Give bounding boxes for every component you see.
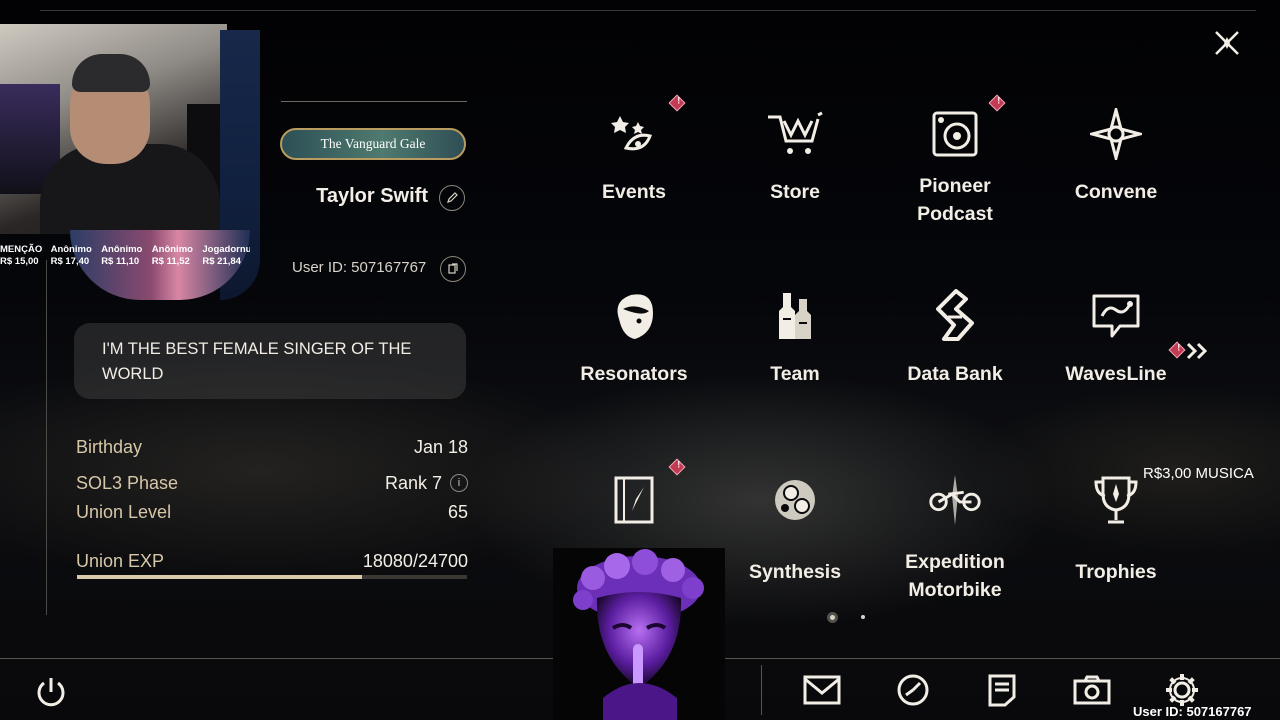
title-badge[interactable]: The Vanguard Gale bbox=[280, 128, 466, 160]
menu-resonators[interactable]: Resonators bbox=[559, 286, 709, 388]
union-exp-label: Union EXP bbox=[76, 550, 165, 571]
store-label: Store bbox=[770, 181, 820, 203]
birthday-label: Birthday bbox=[76, 436, 143, 457]
close-icon bbox=[1215, 31, 1239, 55]
trophies-label: Trophies bbox=[1075, 561, 1157, 583]
clock-button[interactable] bbox=[893, 670, 933, 710]
double-chevron-right-icon bbox=[1186, 342, 1208, 360]
data-bank-icon bbox=[936, 289, 974, 341]
copy-id-button[interactable] bbox=[440, 256, 466, 282]
podcast-label: Pioneer Podcast bbox=[917, 175, 993, 225]
birthday-value: Jan 18 bbox=[413, 436, 468, 457]
mail-icon bbox=[803, 675, 841, 705]
pencil-icon bbox=[447, 192, 458, 203]
next-page-alert-badge bbox=[1168, 341, 1186, 359]
union-level-label: Union Level bbox=[76, 501, 172, 522]
events-label: Events bbox=[602, 181, 666, 203]
menu-events[interactable]: Events bbox=[559, 104, 709, 206]
info-icon[interactable]: i bbox=[450, 474, 468, 492]
gear-icon bbox=[1166, 674, 1198, 706]
data-bank-label: Data Bank bbox=[907, 363, 1003, 385]
menu-pioneer-podcast[interactable]: Pioneer Podcast bbox=[880, 104, 1030, 228]
phase-value: Rank 7 bbox=[384, 472, 442, 493]
notes-button[interactable] bbox=[982, 670, 1022, 710]
copy-icon bbox=[448, 263, 458, 274]
menu-trophies[interactable]: Trophies bbox=[1041, 470, 1191, 586]
signature-text: I'M THE BEST FEMALE SINGER OF THE WORLD bbox=[102, 340, 412, 383]
donor-item: Anônimo R$ 17,40 bbox=[50, 244, 92, 267]
birthday-row: Birthday Jan 18 bbox=[76, 434, 468, 460]
close-button[interactable] bbox=[1206, 22, 1248, 64]
signature-box[interactable]: I'M THE BEST FEMALE SINGER OF THE WORLD bbox=[74, 323, 466, 399]
bottom-divider bbox=[761, 665, 762, 715]
menu-wavesline[interactable]: WavesLine bbox=[1041, 286, 1191, 388]
edit-name-button[interactable] bbox=[439, 185, 465, 211]
donor-item: JogadornumeR$ 21,84 bbox=[202, 244, 250, 267]
wavesline-icon bbox=[1092, 294, 1140, 338]
profile-divider bbox=[281, 101, 467, 102]
webcam-overlay bbox=[0, 24, 227, 234]
phase-label: SOL3 Phase bbox=[76, 472, 179, 493]
menu-expedition-motorbike[interactable]: Expedition Motorbike bbox=[880, 470, 1030, 604]
title-badge-label: The Vanguard Gale bbox=[320, 136, 426, 151]
menu-convene[interactable]: Convene bbox=[1041, 104, 1191, 206]
donor-item: MENÇÃO R$ 15,00 bbox=[0, 244, 43, 267]
camera-button[interactable] bbox=[1072, 670, 1112, 710]
power-icon bbox=[37, 678, 65, 707]
convene-label: Convene bbox=[1074, 181, 1158, 203]
page-dot-active[interactable] bbox=[830, 615, 835, 620]
motorbike-label: Expedition Motorbike bbox=[905, 551, 1005, 601]
resonators-label: Resonators bbox=[580, 363, 688, 385]
union-level-value: 65 bbox=[447, 501, 468, 522]
donor-item: Anônimo R$ 11,52 bbox=[151, 244, 193, 267]
top-frame-line bbox=[40, 10, 1256, 11]
union-exp-bar bbox=[77, 575, 467, 579]
phase-value-group: Rank 7 i bbox=[385, 473, 468, 494]
trophy-icon bbox=[1094, 476, 1138, 524]
team-label: Team bbox=[770, 363, 820, 385]
page-dot[interactable] bbox=[861, 615, 865, 619]
donor-strip: MENÇÃO R$ 15,00 Anônimo R$ 17,40 Anônimo R$… bbox=[0, 234, 250, 270]
motorbike-icon bbox=[929, 474, 981, 526]
wavesline-label: WavesLine bbox=[1065, 363, 1167, 385]
menu-store[interactable]: Store bbox=[720, 104, 870, 206]
events-icon bbox=[611, 116, 652, 151]
synthesis-label: Synthesis bbox=[748, 561, 842, 583]
bottom-user-id: User ID: 507167767 bbox=[1133, 704, 1252, 719]
mail-button[interactable] bbox=[802, 670, 842, 710]
menu-synthesis[interactable]: Synthesis bbox=[720, 470, 870, 586]
resonators-icon bbox=[617, 294, 653, 339]
menu-handbook[interactable] bbox=[559, 470, 709, 530]
menu-team[interactable]: Team bbox=[720, 286, 870, 388]
player-name: Taylor Swift bbox=[316, 185, 428, 207]
next-page-button[interactable] bbox=[1168, 340, 1212, 362]
phase-row: SOL3 Phase Rank 7 i bbox=[76, 470, 468, 496]
power-button[interactable] bbox=[31, 672, 71, 712]
left-frame-line bbox=[46, 260, 47, 615]
union-level-row: Union Level 65 bbox=[76, 499, 468, 525]
synthesis-icon bbox=[775, 480, 815, 520]
menu-data-bank[interactable]: Data Bank bbox=[880, 286, 1030, 388]
handbook-icon bbox=[614, 476, 654, 524]
union-exp-fill bbox=[77, 575, 363, 579]
music-donation-text: R$3,00 MUSICA bbox=[1143, 465, 1254, 482]
donor-item: Anônimo R$ 11,10 bbox=[101, 244, 143, 267]
user-id: User ID: 507167767 bbox=[292, 259, 427, 276]
union-exp-value: 18080/24700 bbox=[362, 550, 468, 571]
camera-icon bbox=[1073, 675, 1111, 705]
podcast-icon bbox=[932, 111, 978, 157]
convene-icon bbox=[1090, 108, 1142, 160]
notes-icon bbox=[988, 674, 1016, 707]
team-icon bbox=[779, 293, 811, 339]
cart-icon bbox=[768, 111, 823, 154]
union-exp-row: Union EXP 18080/24700 bbox=[76, 548, 468, 574]
clock-icon bbox=[897, 674, 929, 706]
